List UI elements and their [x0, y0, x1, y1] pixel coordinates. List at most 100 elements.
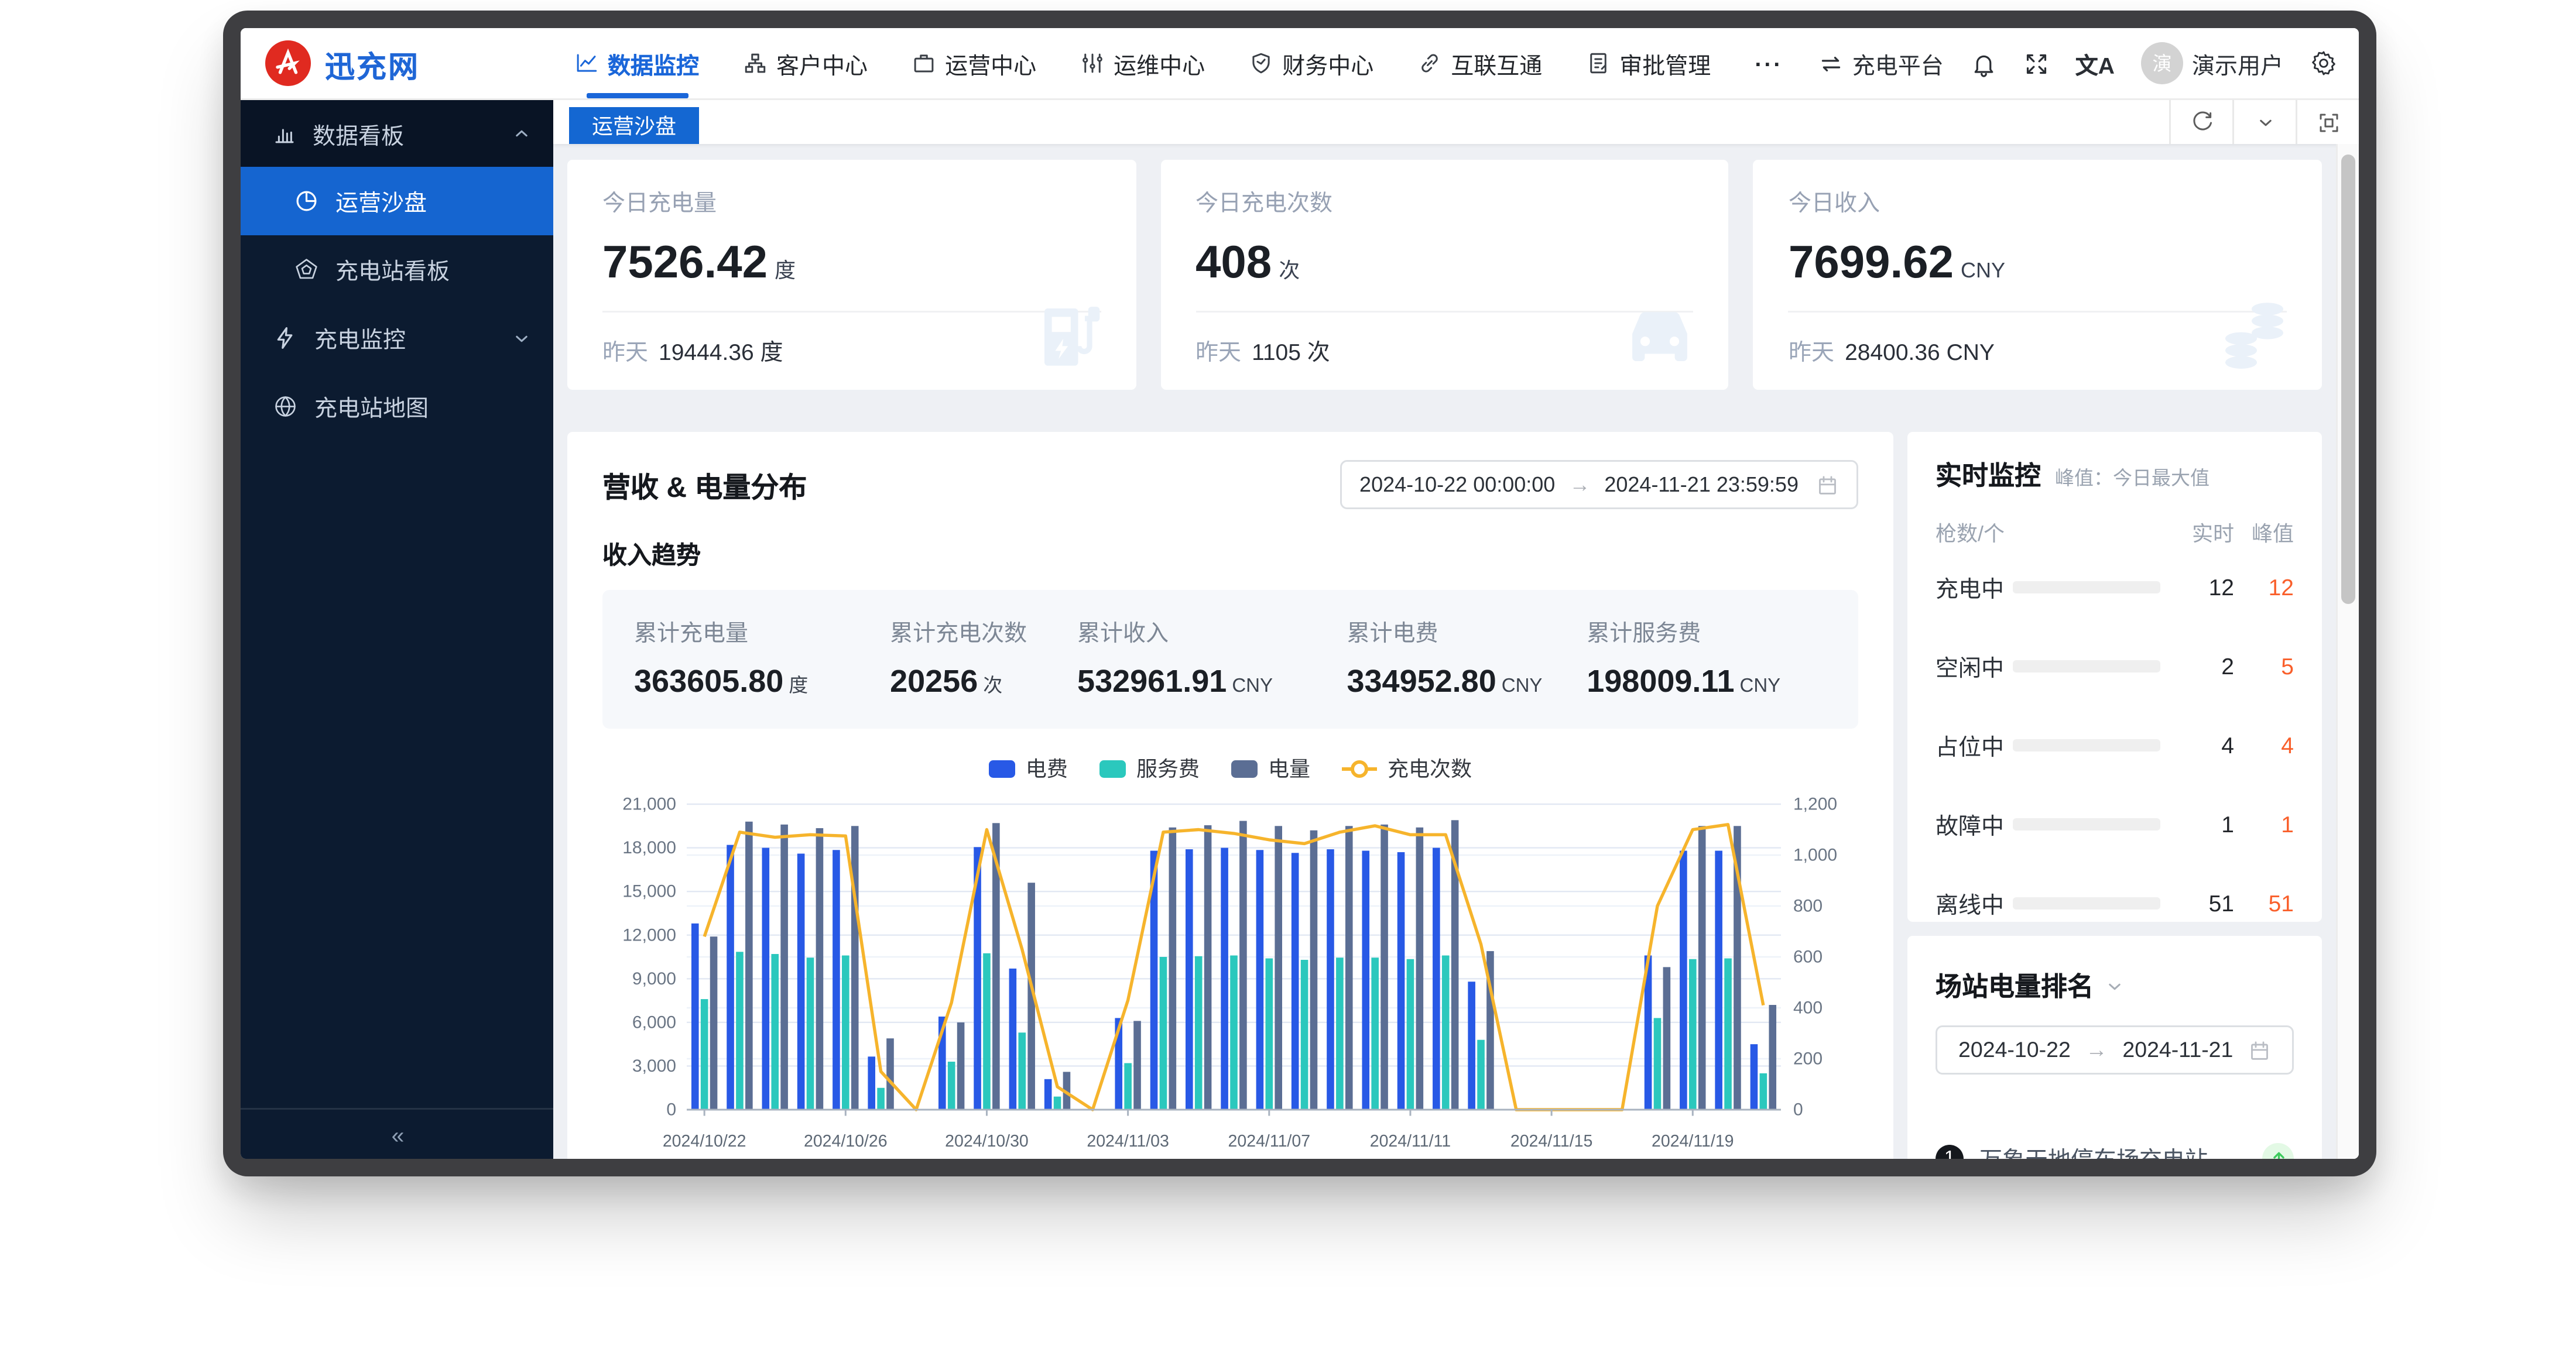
user-menu[interactable]: 演 演示用户: [2141, 42, 2283, 84]
pie-chart-icon: [293, 188, 320, 214]
nav-item-label: 运营中心: [945, 47, 1036, 80]
legend-item-电量[interactable]: 电量: [1231, 753, 1310, 783]
total-value: 198009.11CNY: [1587, 664, 1827, 701]
nav-overflow-button[interactable]: ···: [1755, 50, 1783, 77]
monitor-row-4: 故障中 1 1: [1936, 785, 2294, 864]
language-button[interactable]: 文A: [2075, 47, 2115, 80]
monitor-row-label: 离线中: [1936, 887, 2013, 920]
legend-item-充电次数[interactable]: 充电次数: [1342, 753, 1472, 783]
total-stat-3: 累计收入 532961.91CNY: [1077, 615, 1347, 701]
tab-tools: [2169, 100, 2359, 144]
legend-item-服务费[interactable]: 服务费: [1099, 753, 1200, 783]
total-stat-1: 累计充电量 363605.80度: [634, 615, 890, 701]
notifications-button[interactable]: [1970, 50, 1996, 77]
nav-item-label: 运维中心: [1114, 47, 1205, 80]
svg-text:12,000: 12,000: [622, 925, 676, 945]
nav-item-5[interactable]: 财务中心: [1249, 28, 1373, 98]
svg-text:2024/11/11: 2024/11/11: [1370, 1132, 1451, 1151]
scrollbar-thumb[interactable]: [2341, 155, 2355, 604]
svg-text:2024/11/15: 2024/11/15: [1510, 1132, 1593, 1151]
monitor-row-3: 占位中 4 4: [1936, 706, 2294, 785]
ranking-item-1[interactable]: 1 万象天地停车场充电站: [1936, 1141, 2294, 1159]
sidebar-item-4[interactable]: 充电站地图: [241, 372, 553, 441]
settings-button[interactable]: [2310, 49, 2338, 77]
sidebar-item-3[interactable]: 充电监控: [241, 304, 553, 372]
svg-text:2024/10/22: 2024/10/22: [663, 1132, 746, 1151]
scrollbar-track[interactable]: [2336, 144, 2359, 1159]
sidebar-collapse-button[interactable]: «: [241, 1108, 553, 1159]
refresh-icon: [2190, 110, 2214, 135]
ranking-date-range[interactable]: 2024-10-22 → 2024-11-21: [1936, 1025, 2294, 1075]
nav-item-7[interactable]: 审批管理: [1586, 28, 1711, 98]
nav-item-label: 财务中心: [1282, 47, 1373, 80]
expand-arrows-icon: [2023, 50, 2049, 77]
chevron-down-icon[interactable]: [2104, 976, 2125, 997]
svg-text:0: 0: [666, 1100, 676, 1120]
monitor-bar: [2013, 581, 2160, 593]
legend-label: 服务费: [1136, 753, 1200, 783]
monitor-realtime-value: 4: [2178, 732, 2234, 759]
ranking-title: 场站电量排名: [1936, 967, 2094, 1004]
signal-icon: [1080, 51, 1105, 76]
nav-item-2[interactable]: 客户中心: [743, 28, 868, 98]
nav-item-3[interactable]: 运营中心: [912, 28, 1036, 98]
svg-text:600: 600: [1793, 948, 1823, 967]
tab-bar: 运营沙盘: [553, 100, 2359, 144]
svg-text:800: 800: [1793, 897, 1823, 916]
header-right: 充电平台 文A 演 演示用户: [1817, 42, 2338, 84]
sidebar-item-label: 充电监控: [314, 321, 406, 355]
tab-menu-button[interactable]: [2232, 100, 2296, 144]
sidebar-items: 运营沙盘充电站看板充电监控充电站地图: [241, 167, 553, 441]
fullscreen-button[interactable]: [2023, 50, 2049, 77]
brand-logo[interactable]: 迅充网: [265, 40, 420, 86]
monitor-realtime-value: 1: [2178, 811, 2234, 838]
nav-item-1[interactable]: 数据监控: [574, 28, 699, 98]
platform-switch-button[interactable]: 充电平台: [1817, 47, 1944, 80]
svg-text:400: 400: [1793, 998, 1823, 1018]
svg-text:0: 0: [1793, 1100, 1803, 1120]
monitor-realtime-value: 51: [2178, 890, 2234, 917]
legend-item-电费[interactable]: 电费: [989, 753, 1068, 783]
svg-text:3,000: 3,000: [632, 1056, 676, 1076]
date-end: 2024-11-21 23:59:59: [1604, 472, 1799, 497]
chevron-up-icon: [511, 123, 532, 144]
legend-swatch: [1231, 760, 1258, 777]
monitor-bar: [2013, 739, 2160, 751]
total-label: 累计电费: [1347, 615, 1587, 648]
monitor-peak-value: 5: [2234, 653, 2294, 680]
sidebar-item-1[interactable]: 运营沙盘: [241, 167, 553, 235]
svg-text:18,000: 18,000: [622, 838, 676, 857]
sidebar-group-label: 数据看板: [313, 117, 404, 150]
frame-expand-icon: [2316, 110, 2341, 135]
legend-swatch: [989, 760, 1015, 777]
svg-text:200: 200: [1793, 1049, 1823, 1069]
arrow-right-icon: →: [2085, 1038, 2108, 1062]
nav-item-4[interactable]: 运维中心: [1080, 28, 1205, 98]
revenue-date-range[interactable]: 2024-10-22 00:00:00 → 2024-11-21 23:59:5…: [1340, 460, 1858, 509]
charger-icon: [1030, 295, 1111, 376]
revenue-subtitle: 收入趋势: [602, 537, 1858, 572]
tab-operation-sandbox[interactable]: 运营沙盘: [569, 107, 699, 144]
sidebar: 数据看板 运营沙盘充电站看板充电监控充电站地图 «: [241, 100, 553, 1159]
maximize-button[interactable]: [2296, 100, 2359, 144]
stage: 迅充网 数据监控客户中心 运营中心 运维中心 财务中心 互联互通 审批管理 ··· 充电平…: [0, 0, 2576, 1359]
sidebar-item-2[interactable]: 充电站看板: [241, 235, 553, 304]
lightning-icon: [272, 325, 299, 351]
nav-item-label: 审批管理: [1619, 47, 1711, 80]
card-title: 今日收入: [1789, 184, 2287, 218]
logo-icon: [265, 40, 311, 86]
stat-card-3: 今日收入 7699.62CNY 昨天28400.36 CNY: [1753, 160, 2322, 390]
monitor-row-label: 故障中: [1936, 808, 2013, 841]
sidebar-group-data-board[interactable]: 数据看板: [241, 100, 553, 167]
monitor-bar: [2013, 660, 2160, 672]
sidebar-item-label: 充电站地图: [314, 390, 429, 423]
realtime-monitor-panel: 实时监控 峰值：今日最大值 枪数/个 实时 峰值: [1907, 432, 2322, 922]
svg-text:2024/10/30: 2024/10/30: [945, 1132, 1029, 1151]
nav-item-6[interactable]: 互联互通: [1417, 28, 1542, 98]
svg-text:6,000: 6,000: [632, 1013, 676, 1032]
link-icon: [1417, 51, 1442, 76]
refresh-button[interactable]: [2169, 100, 2232, 144]
main-nav: 数据监控客户中心 运营中心 运维中心 财务中心 互联互通 审批管理: [574, 28, 1711, 98]
total-label: 累计充电量: [634, 615, 890, 648]
svg-text:9,000: 9,000: [632, 969, 676, 989]
